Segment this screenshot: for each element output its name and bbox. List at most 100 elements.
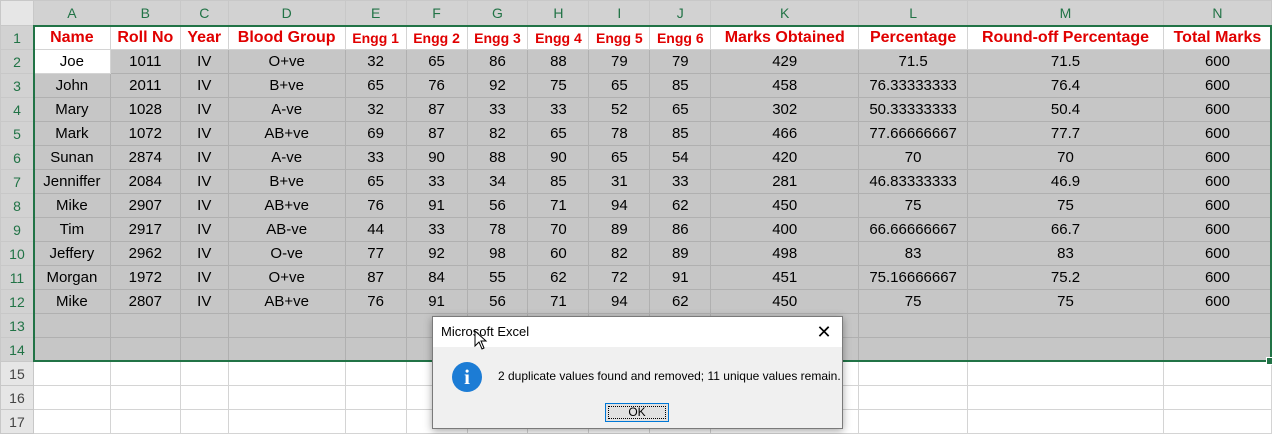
data-cell[interactable]: 1011 [109,49,181,74]
empty-cell[interactable] [227,337,346,362]
row-header[interactable]: 13 [0,313,34,338]
data-cell[interactable]: IV [179,49,229,74]
empty-cell[interactable] [1162,361,1272,386]
data-cell[interactable]: 60 [527,241,590,266]
data-cell[interactable]: O+ve [227,265,346,290]
empty-cell[interactable] [344,337,407,362]
data-cell[interactable]: 89 [588,217,651,242]
empty-cell[interactable] [32,385,111,410]
header-cell[interactable]: Marks Obtained [710,25,860,50]
header-cell[interactable]: Year [179,25,229,50]
header-cell[interactable]: Round-off Percentage [967,25,1164,50]
empty-cell[interactable] [32,313,111,338]
empty-cell[interactable] [109,361,181,386]
empty-cell[interactable] [109,337,181,362]
row-header[interactable]: 16 [0,385,34,410]
fill-handle[interactable] [1266,357,1272,365]
data-cell[interactable]: 46.83333333 [858,169,969,194]
data-cell[interactable]: 46.9 [967,169,1164,194]
data-cell[interactable]: 76 [344,289,407,314]
data-cell[interactable]: 79 [649,49,712,74]
data-cell[interactable]: 94 [588,289,651,314]
data-cell[interactable]: Morgan [32,265,111,290]
data-cell[interactable]: 32 [344,97,407,122]
header-cell[interactable]: Engg 3 [466,25,529,50]
header-cell[interactable]: Engg 2 [405,25,468,50]
data-cell[interactable]: 77.66666667 [858,121,969,146]
header-cell[interactable]: Blood Group [227,25,346,50]
row-header[interactable]: 2 [0,49,34,74]
data-cell[interactable]: Jeffery [32,241,111,266]
data-cell[interactable]: 2917 [109,217,181,242]
data-cell[interactable]: 91 [649,265,712,290]
data-cell[interactable]: 75 [858,193,969,218]
data-cell[interactable]: 52 [588,97,651,122]
data-cell[interactable]: 86 [466,49,529,74]
data-cell[interactable]: 1972 [109,265,181,290]
data-cell[interactable]: 65 [588,73,651,98]
data-cell[interactable]: 458 [710,73,860,98]
empty-cell[interactable] [1162,337,1272,362]
data-cell[interactable]: 33 [344,145,407,170]
data-cell[interactable]: 62 [649,289,712,314]
select-all-corner[interactable] [0,0,34,26]
data-cell[interactable]: 70 [858,145,969,170]
data-cell[interactable]: 1072 [109,121,181,146]
data-cell[interactable]: 77.7 [967,121,1164,146]
data-cell[interactable]: 62 [649,193,712,218]
empty-cell[interactable] [227,361,346,386]
column-header[interactable]: B [109,0,181,26]
row-header[interactable]: 14 [0,337,34,362]
data-cell[interactable]: 2807 [109,289,181,314]
column-header[interactable]: A [32,0,111,26]
data-cell[interactable]: 91 [405,193,468,218]
data-cell[interactable]: 281 [710,169,860,194]
row-header[interactable]: 1 [0,25,34,50]
data-cell[interactable]: 76 [344,193,407,218]
data-cell[interactable]: 450 [710,289,860,314]
empty-cell[interactable] [227,385,346,410]
row-header[interactable]: 15 [0,361,34,386]
data-cell[interactable]: Mike [32,289,111,314]
data-cell[interactable]: 2962 [109,241,181,266]
data-cell[interactable]: 78 [588,121,651,146]
data-cell[interactable]: 76.33333333 [858,73,969,98]
empty-cell[interactable] [179,361,229,386]
column-header[interactable]: C [179,0,229,26]
data-cell[interactable]: 75.16666667 [858,265,969,290]
column-header[interactable]: F [405,0,468,26]
data-cell[interactable]: 55 [466,265,529,290]
data-cell[interactable]: 71 [527,193,590,218]
data-cell[interactable]: 75 [527,73,590,98]
empty-cell[interactable] [1162,409,1272,434]
data-cell[interactable]: 429 [710,49,860,74]
data-cell[interactable]: 75 [967,289,1164,314]
data-cell[interactable]: 92 [466,73,529,98]
data-cell[interactable]: 78 [466,217,529,242]
data-cell[interactable]: 85 [649,121,712,146]
row-header[interactable]: 7 [0,169,34,194]
data-cell[interactable]: IV [179,169,229,194]
data-cell[interactable]: 85 [649,73,712,98]
empty-cell[interactable] [32,337,111,362]
data-cell[interactable]: 600 [1162,265,1272,290]
column-header[interactable]: M [967,0,1164,26]
ok-button[interactable]: OK [605,403,669,422]
empty-cell[interactable] [967,337,1164,362]
data-cell[interactable]: 44 [344,217,407,242]
data-cell[interactable]: 2874 [109,145,181,170]
data-cell[interactable]: 54 [649,145,712,170]
data-cell[interactable]: 77 [344,241,407,266]
data-cell[interactable]: 33 [527,97,590,122]
data-cell[interactable]: 70 [967,145,1164,170]
column-header[interactable]: K [710,0,860,26]
data-cell[interactable]: 34 [466,169,529,194]
empty-cell[interactable] [109,385,181,410]
row-header[interactable]: 8 [0,193,34,218]
empty-cell[interactable] [179,313,229,338]
data-cell[interactable]: IV [179,97,229,122]
data-cell[interactable]: 75.2 [967,265,1164,290]
data-cell[interactable]: 600 [1162,169,1272,194]
column-header[interactable]: H [527,0,590,26]
empty-cell[interactable] [227,409,346,434]
